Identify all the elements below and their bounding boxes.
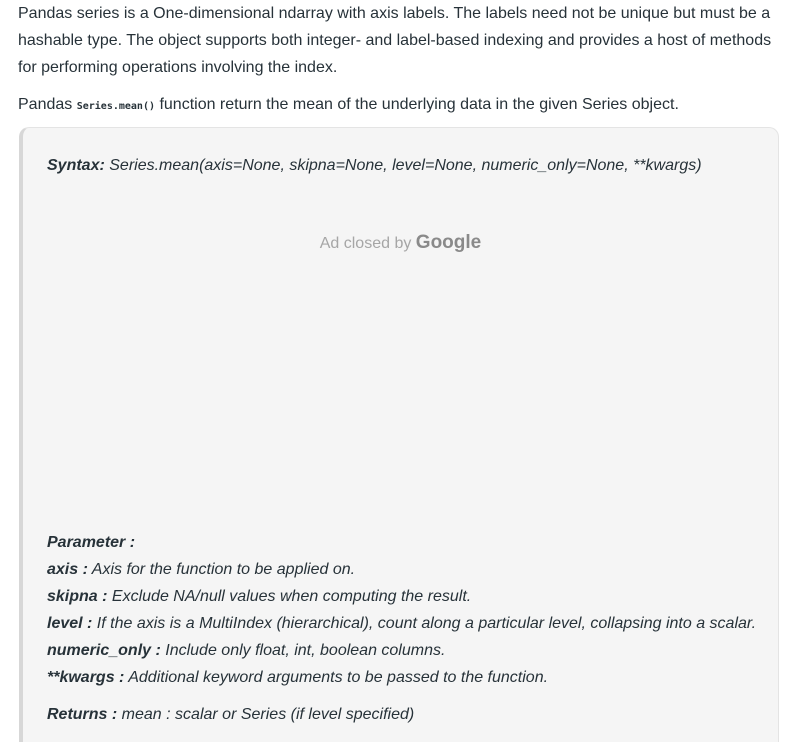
parameter-desc: If the axis is a MultiIndex (hierarchica… bbox=[92, 615, 757, 632]
parameter-name: level : bbox=[47, 615, 93, 632]
parameter-kwargs: **kwargs : Additional keyword arguments … bbox=[47, 664, 548, 691]
ad-closed-text: Ad closed by bbox=[319, 235, 416, 252]
mean-description-suffix: function return the mean of the underlyi… bbox=[155, 96, 679, 113]
parameter-desc: Additional keyword arguments to be passe… bbox=[124, 669, 549, 686]
parameter-heading-label: Parameter : bbox=[47, 534, 136, 551]
syntax-signature: Series.mean(axis=None, skipna=None, leve… bbox=[104, 157, 702, 174]
google-logo-text: Google bbox=[415, 232, 482, 253]
syntax-label: Syntax: bbox=[47, 157, 105, 174]
mean-description-paragraph: Pandas Series.mean() function return the… bbox=[18, 91, 780, 120]
parameter-numeric-only: numeric_only : Include only float, int, … bbox=[47, 637, 445, 664]
parameter-name: **kwargs : bbox=[47, 669, 125, 686]
intro-paragraph: Pandas series is a One-dimensional ndarr… bbox=[18, 5, 772, 76]
inline-code-series-mean: Series.mean() bbox=[76, 101, 155, 112]
returns-text: mean : scalar or Series (if level specif… bbox=[117, 706, 415, 723]
returns-label: Returns : bbox=[47, 706, 118, 723]
syntax-blockquote: Syntax: Series.mean(axis=None, skipna=No… bbox=[19, 127, 779, 742]
returns-line: Returns : mean : scalar or Series (if le… bbox=[47, 701, 414, 728]
parameter-name: skipna : bbox=[47, 588, 108, 605]
ad-closed-notice: Ad closed by Google bbox=[23, 232, 778, 254]
parameter-desc: Include only float, int, boolean columns… bbox=[160, 642, 446, 659]
parameter-name: axis : bbox=[47, 561, 88, 578]
parameter-axis: axis : Axis for the function to be appli… bbox=[47, 556, 355, 583]
parameter-name: numeric_only : bbox=[47, 642, 161, 659]
mean-description-prefix: Pandas bbox=[18, 96, 77, 113]
syntax-line: Syntax: Series.mean(axis=None, skipna=No… bbox=[47, 152, 702, 179]
parameter-heading: Parameter : bbox=[47, 529, 135, 556]
parameter-desc: Exclude NA/null values when computing th… bbox=[107, 588, 472, 605]
parameter-skipna: skipna : Exclude NA/null values when com… bbox=[47, 583, 471, 610]
parameter-level: level : If the axis is a MultiIndex (hie… bbox=[47, 610, 756, 637]
parameter-desc: Axis for the function to be applied on. bbox=[87, 561, 356, 578]
